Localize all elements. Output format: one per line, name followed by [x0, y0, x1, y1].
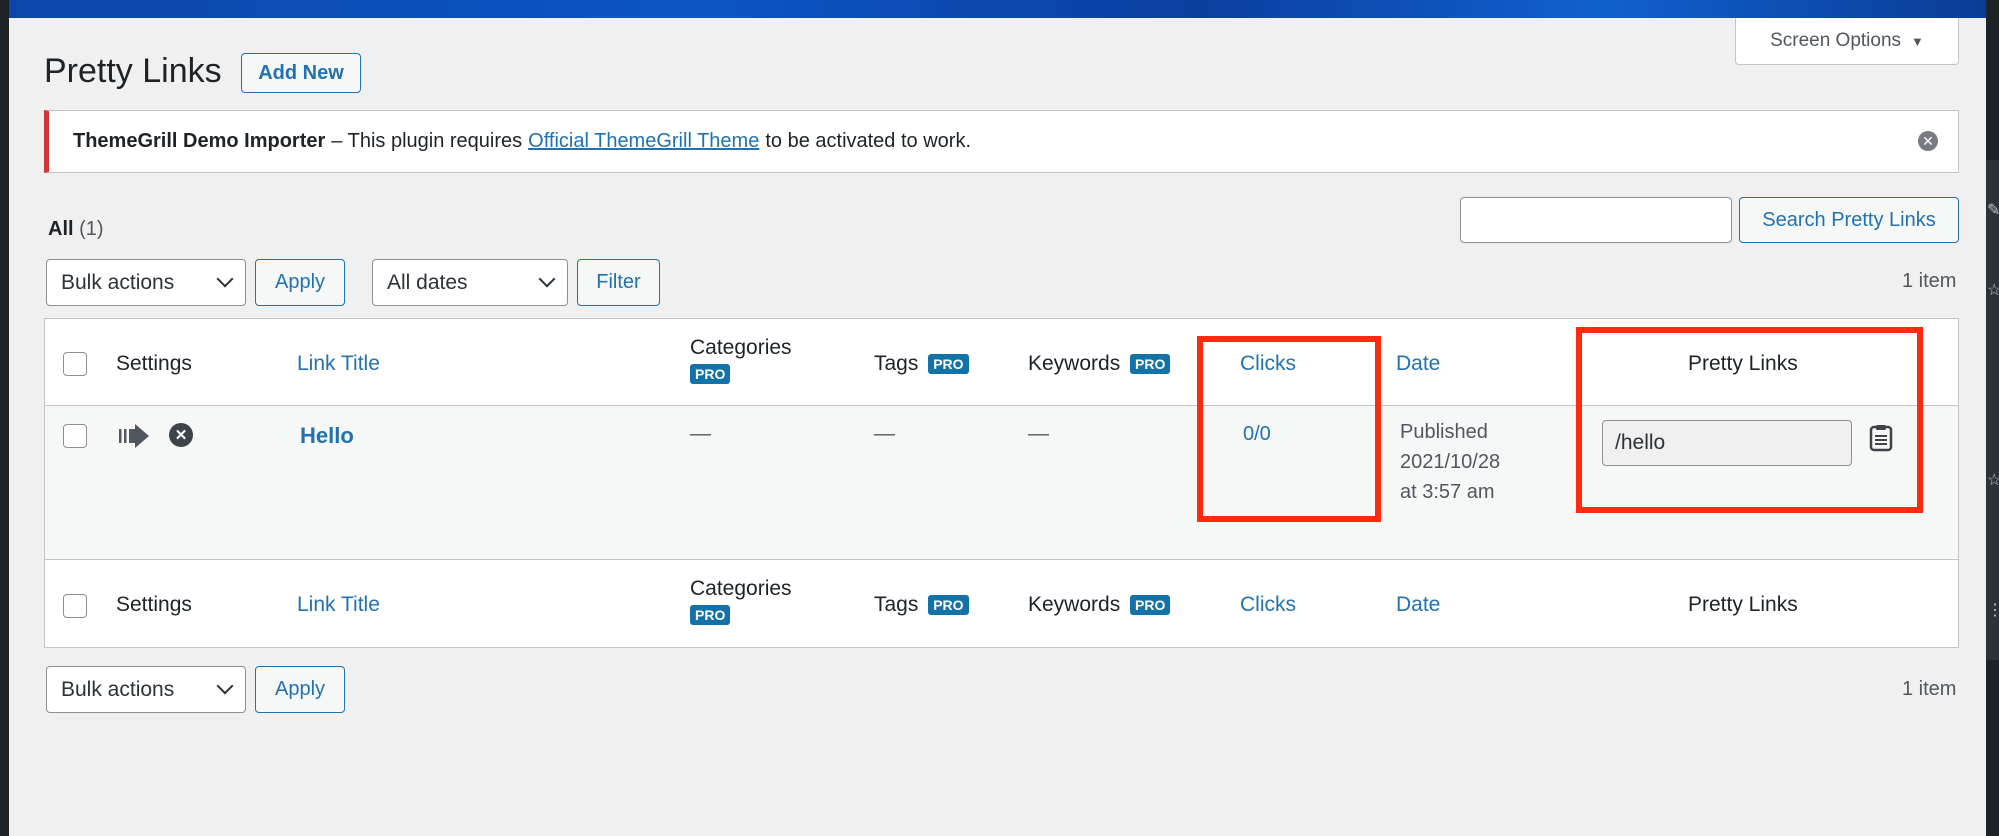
- pro-badge: PRO: [928, 354, 969, 375]
- add-new-button[interactable]: Add New: [241, 53, 361, 93]
- delete-link-icon[interactable]: ✕: [169, 423, 193, 447]
- column-settings: Settings: [116, 352, 192, 375]
- link-title-hello[interactable]: Hello: [300, 423, 354, 449]
- screen-options-label: Screen Options: [1770, 30, 1902, 51]
- footer-column-tags-label: Tags: [874, 593, 919, 616]
- notice-plugin-name: ThemeGrill Demo Importer: [73, 130, 326, 152]
- column-keywords: Keywords PRO: [1028, 352, 1171, 376]
- pretty-links-highlight-box: [1576, 327, 1923, 513]
- chevron-down-icon: [216, 677, 234, 695]
- column-categories-label: Categories: [690, 336, 792, 359]
- row-date-status: Published: [1400, 421, 1488, 443]
- row-checkbox[interactable]: [63, 424, 87, 448]
- pro-badge: PRO: [1130, 354, 1171, 375]
- row-date-day: 2021/10/28: [1400, 451, 1501, 473]
- footer-column-pretty-links: Pretty Links: [1688, 593, 1798, 616]
- notice-text-before: – This plugin requires: [331, 130, 523, 152]
- dates-value: All dates: [387, 270, 468, 294]
- edge-icon: ☆: [1987, 472, 1999, 489]
- bulk-actions-value: Bulk actions: [61, 270, 175, 294]
- dismiss-notice-icon[interactable]: ✕: [1918, 131, 1938, 151]
- chevron-down-icon: [216, 270, 234, 288]
- filter-button[interactable]: Filter: [577, 259, 660, 306]
- row-tags: —: [874, 422, 895, 445]
- bulk-actions-select-bottom[interactable]: Bulk actions: [46, 666, 246, 713]
- view-filter-all[interactable]: All (1): [48, 218, 104, 241]
- admin-sidebar-edge: [0, 0, 9, 836]
- footer-column-tags: Tags PRO: [874, 593, 969, 617]
- row-date: Published 2021/10/28 at 3:57 am: [1400, 417, 1500, 507]
- select-all-checkbox[interactable]: [63, 352, 87, 376]
- edge-icon: ⋮: [1987, 602, 1999, 619]
- right-window-edge: ✎ ☆ ☆ ⋮: [1986, 0, 1999, 836]
- screen-options-button[interactable]: Screen Options ▼: [1735, 18, 1959, 65]
- view-all-label: All: [48, 218, 74, 240]
- footer-column-clicks[interactable]: Clicks: [1240, 593, 1296, 617]
- column-link-title[interactable]: Link Title: [297, 352, 380, 376]
- clicks-highlight-box: [1197, 336, 1381, 522]
- apply-button-bottom[interactable]: Apply: [255, 666, 345, 713]
- footer-column-keywords-label: Keywords: [1028, 593, 1121, 616]
- redirect-arrow-icon[interactable]: [119, 422, 151, 450]
- pro-badge: PRO: [690, 364, 731, 384]
- items-count-top: 1 item: [1902, 270, 1957, 292]
- right-edge-strip: [1986, 160, 1999, 660]
- row-keywords: —: [1028, 422, 1049, 445]
- column-tags: Tags PRO: [874, 352, 969, 376]
- pro-badge: PRO: [690, 605, 731, 625]
- row-categories: —: [690, 422, 711, 445]
- search-pretty-links-button[interactable]: Search Pretty Links: [1739, 197, 1959, 243]
- page-title: Pretty Links: [44, 52, 222, 90]
- column-tags-label: Tags: [874, 352, 919, 375]
- view-all-count: (1): [79, 218, 104, 240]
- caret-down-icon: ▼: [1911, 33, 1924, 49]
- column-categories: Categories PRO: [690, 336, 792, 384]
- row-date-time: at 3:57 am: [1400, 481, 1495, 503]
- dates-select[interactable]: All dates: [372, 259, 568, 306]
- items-count-bottom: 1 item: [1902, 678, 1957, 700]
- footer-column-categories: Categories PRO: [690, 577, 792, 625]
- column-date[interactable]: Date: [1396, 352, 1440, 376]
- bulk-actions-value: Bulk actions: [61, 677, 175, 701]
- edge-icon: ☆: [1987, 282, 1999, 299]
- pro-badge: PRO: [928, 595, 969, 616]
- notice-text-after: to be activated to work.: [765, 130, 972, 152]
- bulk-actions-select-top[interactable]: Bulk actions: [46, 259, 246, 306]
- footer-divider: [45, 559, 1958, 560]
- search-input[interactable]: [1460, 197, 1732, 243]
- footer-column-categories-label: Categories: [690, 577, 792, 600]
- apply-button-top[interactable]: Apply: [255, 259, 345, 306]
- footer-column-date[interactable]: Date: [1396, 593, 1440, 617]
- error-notice: ThemeGrill Demo Importer – This plugin r…: [44, 110, 1959, 173]
- footer-column-link-title[interactable]: Link Title: [297, 593, 380, 617]
- footer-column-keywords: Keywords PRO: [1028, 593, 1171, 617]
- column-keywords-label: Keywords: [1028, 352, 1121, 375]
- select-all-checkbox-footer[interactable]: [63, 594, 87, 618]
- edge-icon: ✎: [1987, 202, 1999, 219]
- notice-theme-link[interactable]: Official ThemeGrill Theme: [528, 130, 759, 153]
- top-band: [0, 0, 1999, 18]
- pro-badge: PRO: [1130, 595, 1171, 616]
- chevron-down-icon: [538, 270, 556, 288]
- footer-column-settings: Settings: [116, 593, 192, 616]
